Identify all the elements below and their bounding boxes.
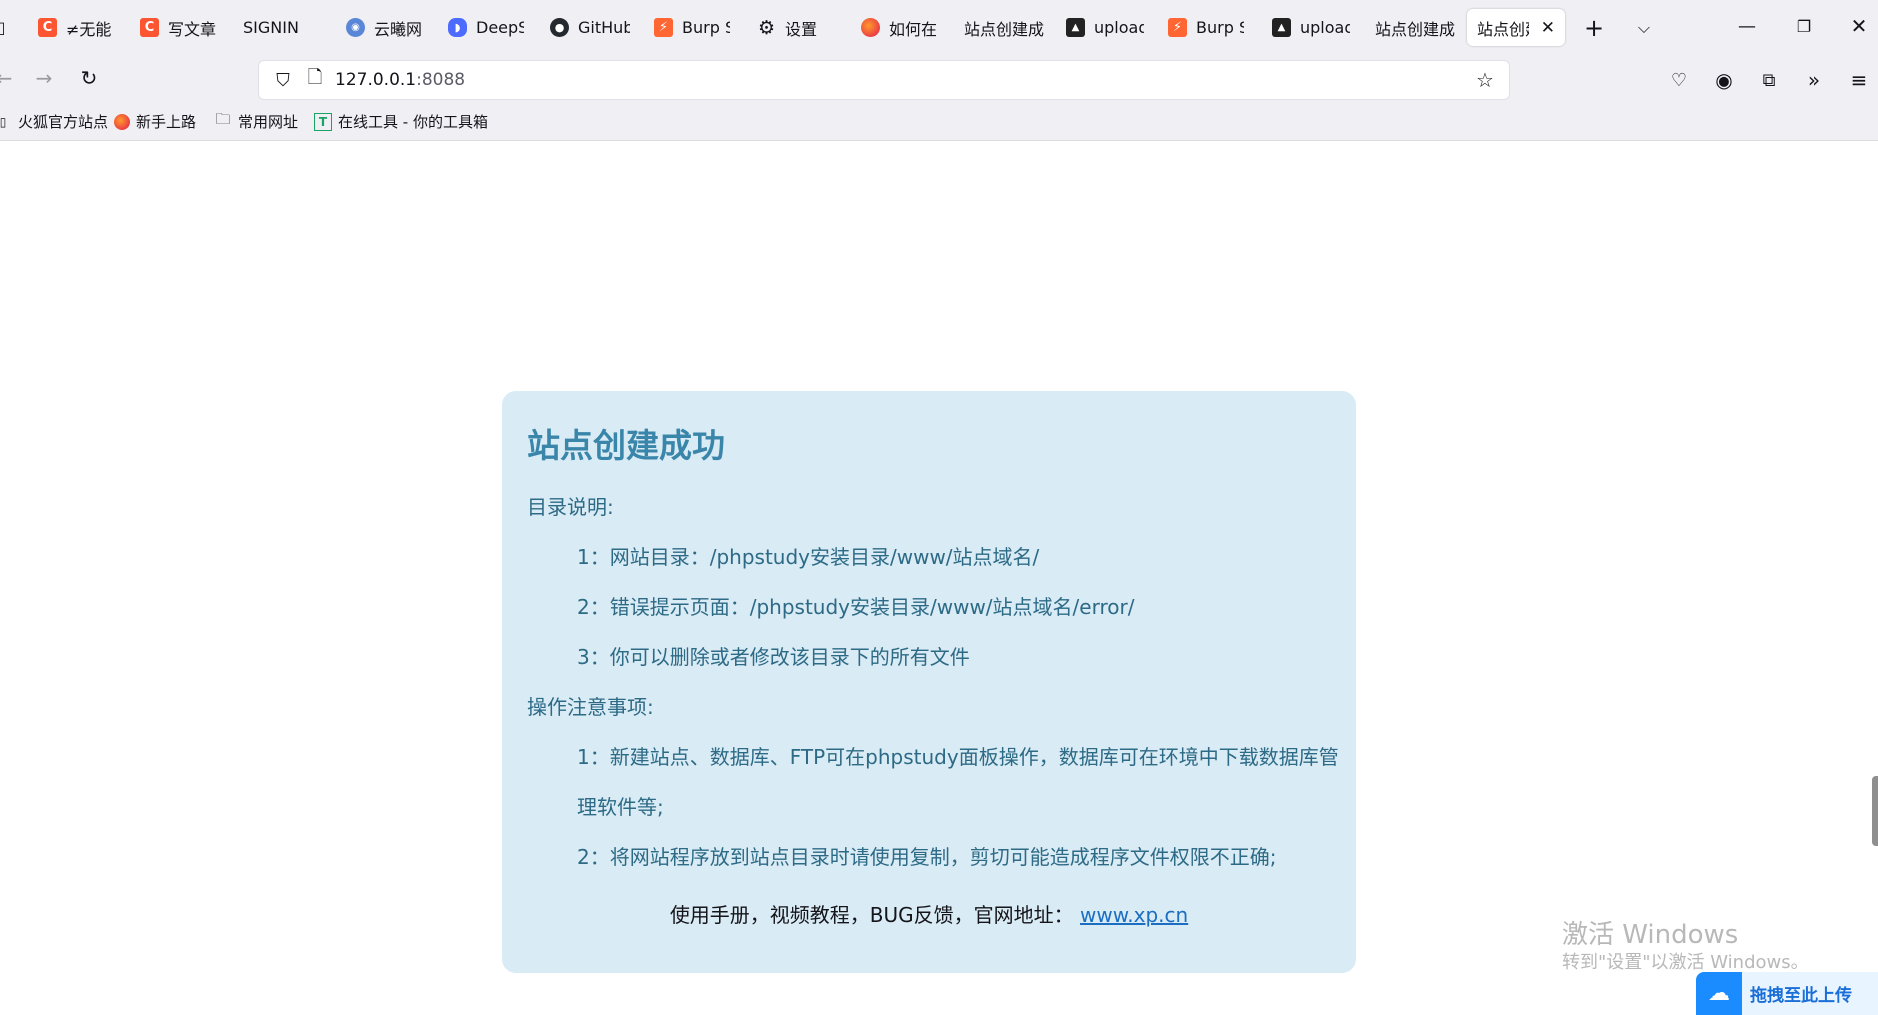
url-text[interactable]: 127.0.0.1:8088: [335, 70, 465, 90]
extensions-icon[interactable]: ⧉: [1755, 66, 1783, 94]
bookmark-star-icon[interactable]: ☆: [1471, 66, 1499, 94]
bookmark-item[interactable]: ▯ 火狐官方站点: [0, 111, 108, 132]
tab-label: upload: [1300, 18, 1350, 37]
tab-label: Burp S: [1196, 18, 1244, 37]
windows-activation-title: 激活 Windows: [1562, 920, 1739, 950]
tab[interactable]: ⚡ Burp S: [654, 9, 732, 46]
bookmarks-toolbar: ▯ 火狐官方站点 新手上路 🗀 常用网址 T 在线工具 - 你的工具箱: [0, 108, 1878, 136]
dir-heading: 目录说明:: [527, 495, 614, 519]
burp-icon: ⚡: [1168, 18, 1187, 37]
bookmark-label: 在线工具 - 你的工具箱: [338, 113, 488, 131]
minimize-icon[interactable]: —: [1733, 12, 1761, 40]
site-created-card: 站点创建成功 目录说明: 1：网站目录：/phpstudy安装目录/www/站点…: [502, 391, 1356, 973]
tab[interactable]: ◉ 云曦网: [346, 9, 426, 46]
dir-item: 1：网站目录：/phpstudy安装目录/www/站点域名/: [577, 545, 1040, 569]
tab[interactable]: ▲ upload: [1066, 9, 1144, 46]
footer-line: 使用手册，视频教程，BUG反馈，官网地址： www.xp.cn: [502, 899, 1356, 928]
tab-label: 站点创建成: [964, 19, 1045, 39]
tab-label: Burp S: [682, 18, 730, 37]
close-window-icon[interactable]: ✕: [1845, 12, 1873, 40]
csdn-icon: C: [38, 18, 57, 37]
tab-active[interactable]: 站点创建 ✕: [1467, 9, 1565, 46]
back-icon[interactable]: ←: [0, 64, 14, 92]
upload-drop-widget[interactable]: ☁ 拖拽至此上传: [1696, 972, 1878, 1015]
tab[interactable]: SIGNIN: [243, 9, 313, 46]
url-host: 127.0.0.1: [335, 70, 417, 90]
ops-item: 2：将网站程序放到站点目录时请使用复制，剪切可能造成程序文件权限不正确;: [577, 845, 1277, 869]
tab-label: 站点创建成: [1375, 19, 1456, 39]
tab[interactable]: ⚡ Burp S: [1168, 9, 1246, 46]
ops-item-continued: 理软件等;: [577, 795, 664, 819]
firefox-bookmark-icon: ▯: [0, 114, 7, 129]
tab-label: 站点创建: [1477, 19, 1529, 39]
upload-labs-icon: ▲: [1066, 18, 1085, 37]
dir-item: 3：你可以删除或者修改该目录下的所有文件: [577, 645, 970, 669]
tab-list-icon[interactable]: ⌵: [1630, 14, 1658, 42]
folder-icon: 🗀: [215, 110, 231, 128]
upload-label: 拖拽至此上传: [1750, 986, 1852, 1006]
upload-labs-icon: ▲: [1272, 18, 1291, 37]
windows-activation-subtitle: 转到"设置"以激活 Windows。: [1562, 952, 1809, 973]
tab-label: 写文章: [168, 19, 217, 39]
bookmark-label: 常用网址: [238, 113, 299, 131]
tab[interactable]: 如何在: [861, 9, 941, 46]
tab[interactable]: C 写文章: [140, 9, 220, 46]
tab[interactable]: 站点创建成: [1375, 9, 1461, 46]
firefox-icon: [114, 113, 130, 130]
side-handle[interactable]: [1872, 776, 1878, 846]
navigation-bar: ← → ↻ ⛉ 🗋 127.0.0.1:8088 ☆ ♡ ◉ ⧉ » ≡: [0, 56, 1878, 104]
page-icon[interactable]: 🗋: [301, 66, 329, 94]
tab-label: SIGNIN: [243, 18, 299, 37]
restore-icon[interactable]: ❐: [1790, 12, 1818, 40]
tab[interactable]: ◗ DeepS: [448, 9, 526, 46]
burp-icon: ⚡: [654, 18, 673, 37]
overflow-icon[interactable]: »: [1800, 66, 1828, 94]
pocket-icon[interactable]: ♡: [1665, 66, 1693, 94]
bookmark-item[interactable]: 🗀 常用网址: [214, 110, 299, 132]
forward-icon[interactable]: →: [30, 64, 58, 92]
bookmark-label: 新手上路: [136, 113, 197, 131]
tab[interactable]: ⚙ 设置: [757, 9, 847, 46]
gear-icon: ⚙: [757, 16, 776, 39]
bookmark-item[interactable]: 新手上路: [114, 111, 196, 132]
tab-list-left-icon[interactable]: ▯: [0, 16, 8, 38]
cloud-upload-icon: ☁: [1696, 972, 1742, 1015]
firefox-icon: [861, 18, 880, 37]
tab[interactable]: 站点创建成: [964, 9, 1050, 46]
tool-icon: T: [314, 112, 332, 131]
reload-icon[interactable]: ↻: [75, 64, 103, 92]
ops-heading: 操作注意事项:: [527, 695, 654, 719]
tab-label: upload: [1094, 18, 1144, 37]
tab[interactable]: ● GitHub: [550, 9, 630, 46]
page-title: 站点创建成功: [527, 426, 725, 465]
tab-label: ≠无能: [66, 19, 112, 39]
tab-strip: ▯ C ≠无能 C 写文章 SIGNIN ◉ 云曦网 ◗ DeepS ● Git…: [0, 0, 1878, 56]
ops-item: 1：新建站点、数据库、FTP可在phpstudy面板操作，数据库可在环境中下载数…: [577, 745, 1339, 769]
csdn-icon: C: [140, 18, 159, 37]
close-tab-icon[interactable]: ✕: [1541, 18, 1555, 38]
browser-chrome: ▯ C ≠无能 C 写文章 SIGNIN ◉ 云曦网 ◗ DeepS ● Git…: [0, 0, 1878, 141]
tab[interactable]: C ≠无能: [38, 9, 116, 46]
url-bar[interactable]: ⛉ 🗋 127.0.0.1:8088 ☆: [258, 60, 1510, 100]
shield-icon[interactable]: ⛉: [269, 66, 297, 94]
tab-label: 如何在: [889, 19, 938, 39]
url-port: :8088: [416, 70, 466, 90]
account-icon[interactable]: ◉: [1710, 66, 1738, 94]
deepseek-icon: ◗: [448, 18, 467, 37]
dir-item: 2：错误提示页面：/phpstudy安装目录/www/站点域名/error/: [577, 595, 1135, 619]
globe-icon: ◉: [346, 18, 365, 37]
footer-text: 使用手册，视频教程，BUG反馈，官网地址：: [669, 903, 1074, 927]
menu-icon[interactable]: ≡: [1845, 66, 1873, 94]
tab-label: 云曦网: [374, 19, 423, 39]
new-tab-icon[interactable]: +: [1580, 14, 1608, 42]
github-icon: ●: [550, 18, 569, 37]
tab[interactable]: ▲ upload: [1272, 9, 1350, 46]
bookmark-item[interactable]: T 在线工具 - 你的工具箱: [314, 111, 488, 132]
official-site-link[interactable]: www.xp.cn: [1080, 903, 1188, 927]
tab-label: 设置: [785, 19, 818, 39]
bookmark-label: 火狐官方站点: [18, 113, 109, 131]
tab-label: DeepS: [476, 18, 524, 37]
tab-label: GitHub: [578, 18, 630, 37]
